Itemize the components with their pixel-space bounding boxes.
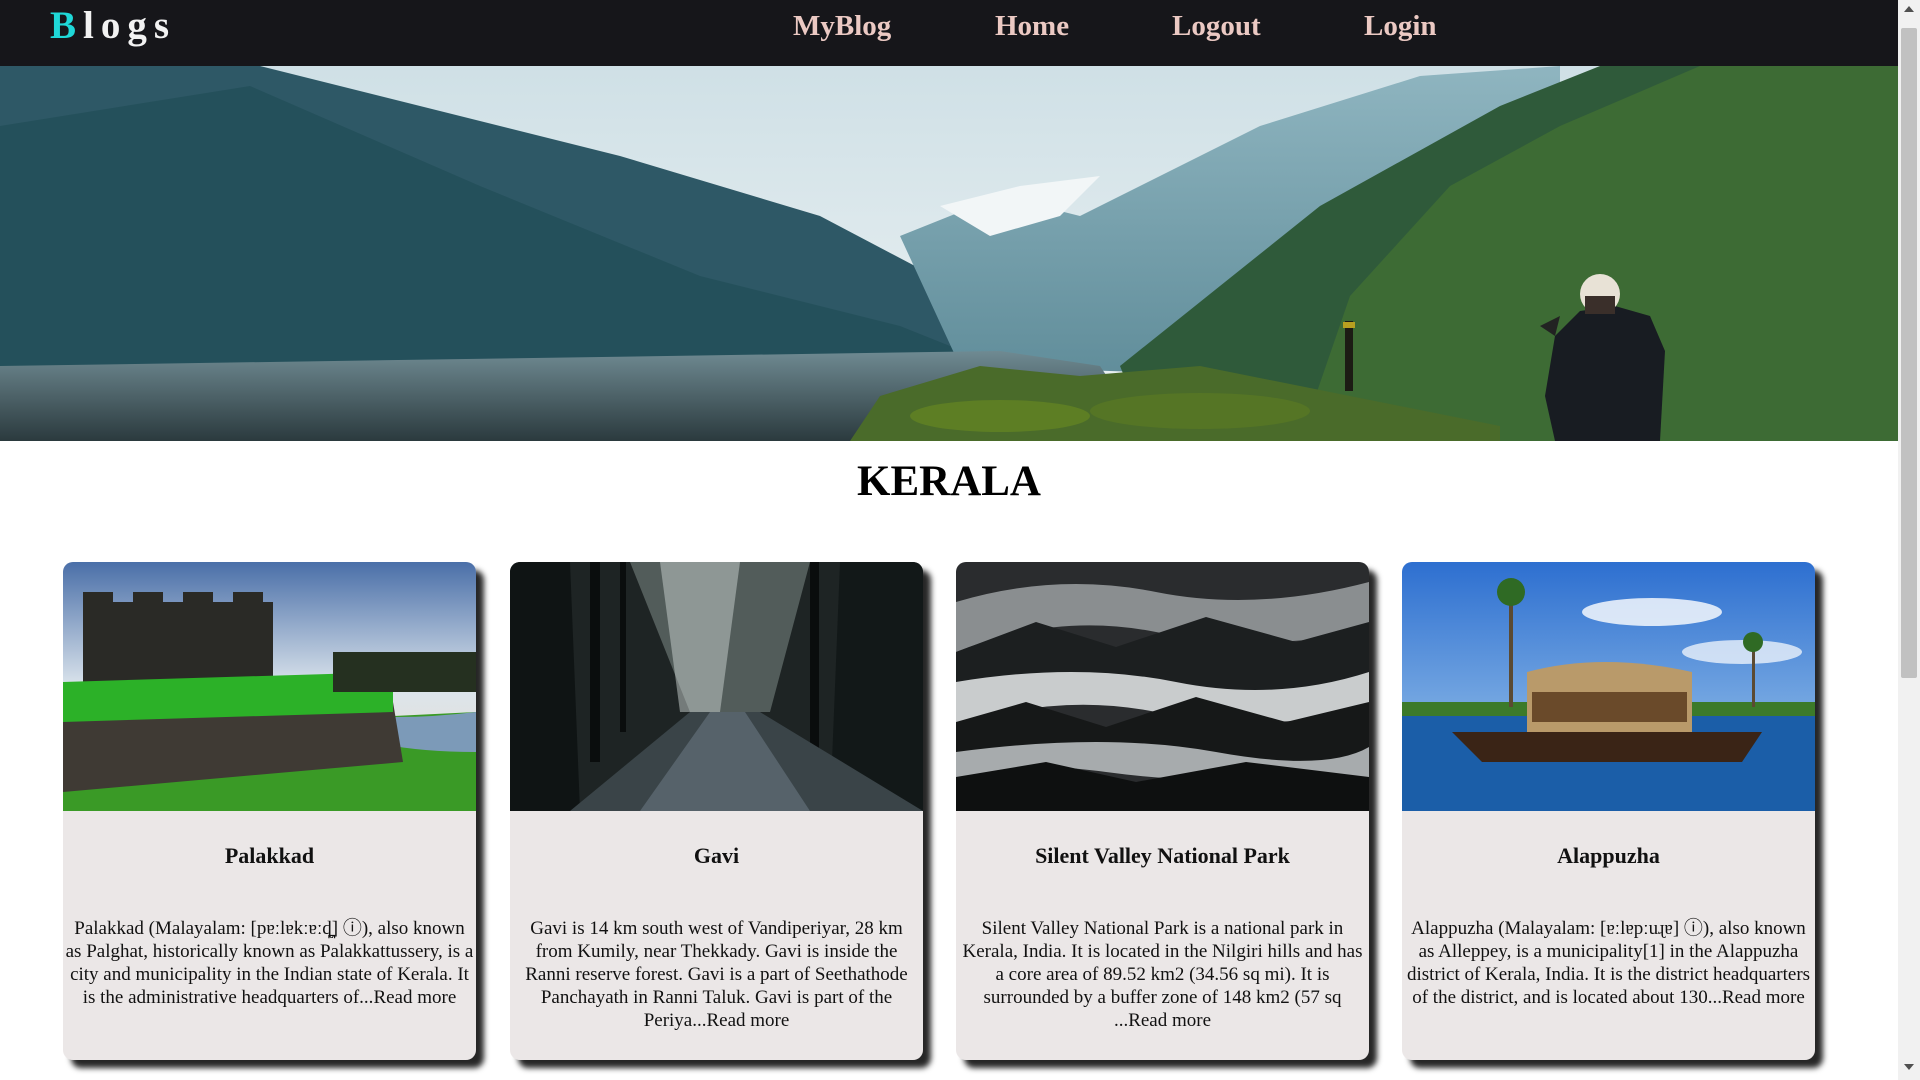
scroll-up-arrow-icon[interactable] xyxy=(1904,6,1914,12)
page-title: KERALA xyxy=(857,458,1041,505)
card-image-houseboat xyxy=(1402,562,1815,811)
card-title: Palakkad xyxy=(224,843,315,868)
scrollbar-thumb[interactable] xyxy=(1901,28,1917,678)
card-title: Alappuzha xyxy=(1557,843,1660,868)
blog-card-gavi[interactable]: Gavi Gavi is 14 km south west of Vandipe… xyxy=(510,562,923,1060)
card-title: Silent Valley National Park xyxy=(1035,843,1290,868)
card-title: Gavi xyxy=(693,843,740,868)
read-more-link[interactable]: Read more xyxy=(1128,1010,1211,1031)
blog-card-palakkad[interactable]: Palakkad Palakkad (Malayalam: [pɐːlɐkːɐː… xyxy=(63,562,476,1060)
vertical-scrollbar[interactable] xyxy=(1898,0,1920,1080)
nav-link-myblog[interactable]: MyBlog xyxy=(793,8,891,44)
nav-link-home[interactable]: Home xyxy=(995,8,1069,44)
card-excerpt: Silent Valley National Park is a nationa… xyxy=(962,918,1363,1031)
card-excerpt: Gavi is 14 km south west of Vandiperiyar… xyxy=(525,918,908,1031)
card-excerpt: Palakkad (Malayalam: [pɐːlɐkːɐːɖ̪] ⓘ), a… xyxy=(65,918,474,1008)
read-more-link[interactable]: Read more xyxy=(1722,987,1805,1008)
brand-logo[interactable]: Blogs xyxy=(50,2,176,50)
top-navbar: Blogs MyBlog Home Logout Login xyxy=(0,0,1898,66)
card-image-forest-road xyxy=(510,562,923,811)
card-image-misty-hills xyxy=(956,562,1369,811)
hero-banner-image xyxy=(0,66,1898,441)
brand-first-letter: B xyxy=(50,4,84,47)
blog-card-alappuzha[interactable]: Alappuzha Alappuzha (Malayalam: [ɐːlɐpːu… xyxy=(1402,562,1815,1060)
nav-link-logout[interactable]: Logout xyxy=(1172,8,1261,44)
card-excerpt: Alappuzha (Malayalam: [ɐːlɐpːuɻɐ] ⓘ), al… xyxy=(1406,918,1811,1008)
card-image-fort xyxy=(63,562,476,811)
nav-link-login[interactable]: Login xyxy=(1364,8,1437,44)
read-more-link[interactable]: Read more xyxy=(373,987,456,1008)
scroll-down-arrow-icon[interactable] xyxy=(1904,1064,1914,1070)
read-more-link[interactable]: Read more xyxy=(706,1010,789,1031)
brand-rest: logs xyxy=(83,4,177,47)
blog-card-silent-valley[interactable]: Silent Valley National Park Silent Valle… xyxy=(956,562,1369,1060)
